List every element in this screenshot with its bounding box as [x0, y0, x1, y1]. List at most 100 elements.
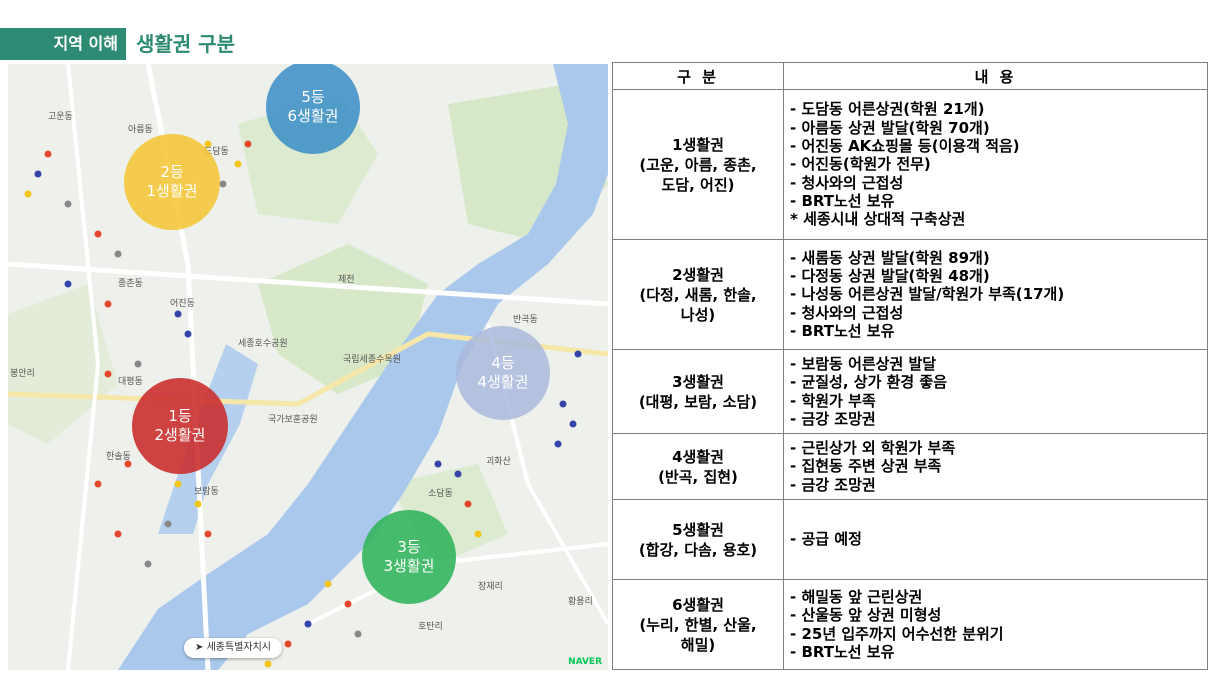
desc-line: - 학원가 부족: [790, 391, 876, 410]
circle-rank: 3등: [397, 538, 421, 556]
page-title: 생활권 구분: [136, 32, 235, 56]
desc-line: - 해밀동 앞 근린상권: [790, 587, 923, 606]
zone-neighborhoods: (누리, 한별, 산울,: [639, 615, 757, 634]
table-row: 6생활권 (누리, 한별, 산울, 해밀) - 해밀동 앞 근린상권 - 산울동…: [612, 579, 1208, 670]
desc-line: - BRT노선 보유: [790, 321, 895, 340]
desc-line: - 아름동 상권 발달(학원 70개): [790, 118, 990, 137]
zone-name-cell: 1생활권 (고운, 아름, 종촌, 도담, 어진): [612, 89, 784, 240]
zone-name-cell: 4생활권 (반곡, 집현): [612, 433, 784, 500]
zone-desc-cell: - 해밀동 앞 근린상권 - 산울동 앞 상권 미형성 - 25년 입주까지 어…: [783, 579, 1208, 670]
desc-line: - BRT노선 보유: [790, 191, 895, 210]
location-arrow-icon: ➤: [195, 642, 204, 653]
zone-desc-cell: - 새롬동 상권 발달(학원 89개) - 다정동 상권 발달(학원 48개) …: [783, 239, 1208, 350]
map-label-daepyeong: 대평동: [118, 376, 143, 387]
zone-neighborhoods: 도담, 어진): [661, 175, 735, 194]
zone-neighborhoods: (고운, 아름, 종촌,: [639, 155, 757, 174]
table-row: 2생활권 (다정, 새롬, 한솔, 나성) - 새롬동 상권 발달(학원 89개…: [612, 239, 1208, 350]
desc-line: - 나성동 어른상권 발달/학원가 부족(17개): [790, 285, 1065, 304]
desc-line: - 집현동 주변 상권 부족: [790, 457, 942, 476]
naver-logo: NAVER: [568, 657, 602, 667]
map-label-bohun-park: 국가보훈공원: [268, 413, 318, 425]
zone-neighborhoods: 해밀): [680, 635, 716, 654]
desc-line: - 청사와의 근접성: [790, 173, 904, 192]
circle-rank: 4등: [491, 354, 515, 372]
zone-desc-cell: - 보람동 어른상권 발달 - 균질성, 상가 환경 좋음 - 학원가 부족 -…: [783, 349, 1208, 434]
park-area: [8, 284, 118, 444]
desc-line: - BRT노선 보유: [790, 642, 895, 661]
zone-title: 2생활권: [672, 265, 724, 284]
desc-line: - 공급 예정: [790, 530, 862, 549]
desc-line: - 청사와의 근접성: [790, 303, 904, 322]
desc-line: - 다정동 상권 발달(학원 48개): [790, 267, 990, 286]
zone-circle-6[interactable]: 5등 6생활권: [266, 64, 360, 154]
zone-title: 5생활권: [672, 520, 724, 539]
circle-zone: 6생활권: [287, 107, 339, 125]
zone-name-cell: 6생활권 (누리, 한별, 산울, 해밀): [612, 579, 784, 670]
map-label-bongan: 봉안리: [10, 368, 35, 379]
map-label-arboretum: 국립세종수목원: [343, 354, 401, 365]
table-row: 3생활권 (대평, 보람, 소담) - 보람동 어른상권 발달 - 균질성, 상…: [612, 349, 1208, 434]
zone-title: 6생활권: [672, 595, 724, 614]
zone-title: 4생활권: [672, 447, 724, 466]
zone-circle-3[interactable]: 3등 3생활권: [362, 510, 456, 604]
zone-title: 1생활권: [672, 135, 724, 154]
desc-line: - 금강 조망권: [790, 475, 876, 494]
map-label-hotan: 호탄리: [418, 621, 443, 632]
map-panel[interactable]: 고운동 아름동 종촌동 어진동 도담동 대평동 보람동 소담동 반곡동 한솔동 …: [8, 64, 608, 670]
location-badge-label: 세종특별자치시: [206, 642, 271, 653]
map-label-jongchon: 종촌동: [118, 278, 143, 289]
map-label-areum: 아름동: [128, 124, 153, 135]
zone-neighborhoods: (반곡, 집현): [658, 467, 738, 486]
desc-line: - 어진동(학원가 전무): [790, 155, 931, 174]
map-label-sodam: 소담동: [428, 487, 453, 499]
zone-name-cell: 5생활권 (합강, 다솜, 용호): [612, 499, 784, 580]
desc-line: - 보람동 어른상권 발달: [790, 354, 937, 373]
zone-circle-2[interactable]: 1등 2생활권: [132, 378, 228, 474]
living-zone-table: 구 분 내 용 1생활권 (고운, 아름, 종촌, 도담, 어진) - 도담동 …: [612, 62, 1208, 670]
circle-rank: 2등: [160, 163, 184, 181]
zone-neighborhoods: (다정, 새롬, 한솔,: [639, 285, 757, 304]
zone-circle-1[interactable]: 2등 1생활권: [124, 134, 220, 230]
map-label-jecheon: 제천: [338, 274, 355, 285]
zone-desc-cell: - 공급 예정: [783, 499, 1208, 580]
zone-title: 3생활권: [672, 372, 724, 391]
circle-rank: 5등: [301, 88, 325, 106]
map-label-goehwasan: 괴화산: [486, 456, 511, 467]
desc-line: - 어진동 AK쇼핑몰 등(이용객 적음): [790, 137, 1020, 156]
table-row: 1생활권 (고운, 아름, 종촌, 도담, 어진) - 도담동 어른상권(학원 …: [612, 89, 1208, 240]
circle-zone: 1생활권: [146, 182, 198, 200]
desc-line: - 근린상가 외 학원가 부족: [790, 439, 956, 458]
map-label-boram: 보람동: [194, 485, 219, 497]
circle-zone: 3생활권: [383, 557, 435, 575]
desc-line: - 균질성, 상가 환경 좋음: [790, 373, 948, 392]
desc-line: - 새롬동 상권 발달(학원 89개): [790, 248, 990, 267]
zone-neighborhoods: (대평, 보람, 소담): [638, 392, 758, 411]
map-label-lake-park: 세종호수공원: [238, 338, 288, 349]
table-row: 5생활권 (합강, 다솜, 용호) - 공급 예정: [612, 499, 1208, 580]
zone-desc-cell: - 근린상가 외 학원가 부족 - 집현동 주변 상권 부족 - 금강 조망권: [783, 433, 1208, 500]
desc-line: - 25년 입주까지 어수선한 분위기: [790, 624, 1004, 643]
map-label-eojin: 어진동: [170, 298, 195, 309]
map-label-jangjae: 장재리: [478, 581, 503, 592]
header-category: 구 분: [612, 62, 784, 90]
map-label-bangok: 반곡동: [513, 314, 538, 325]
desc-line: - 금강 조망권: [790, 409, 876, 428]
zone-neighborhoods: 나성): [680, 305, 716, 324]
section-label: 지역 이해: [0, 28, 126, 60]
zone-name-cell: 3생활권 (대평, 보람, 소담): [612, 349, 784, 434]
map-label-hwangyong: 황용리: [568, 596, 593, 607]
header-content: 내 용: [783, 62, 1208, 90]
desc-line: * 세종시내 상대적 구축상권: [790, 210, 966, 229]
zone-circle-4[interactable]: 4등 4생활권: [456, 326, 550, 420]
circle-zone: 2생활권: [154, 426, 206, 444]
table-header-row: 구 분 내 용: [612, 62, 1208, 90]
circle-rank: 1등: [168, 407, 192, 425]
circle-zone: 4생활권: [477, 373, 529, 391]
desc-line: - 도담동 어른상권(학원 21개): [790, 100, 985, 119]
map-location-badge[interactable]: ➤ 세종특별자치시: [184, 638, 282, 658]
map-label-goun: 고운동: [48, 111, 73, 122]
zone-neighborhoods: (합강, 다솜, 용호): [638, 540, 758, 559]
map-label-hansol: 한솔동: [106, 451, 131, 462]
zone-name-cell: 2생활권 (다정, 새롬, 한솔, 나성): [612, 239, 784, 350]
table-row: 4생활권 (반곡, 집현) - 근린상가 외 학원가 부족 - 집현동 주변 상…: [612, 433, 1208, 500]
